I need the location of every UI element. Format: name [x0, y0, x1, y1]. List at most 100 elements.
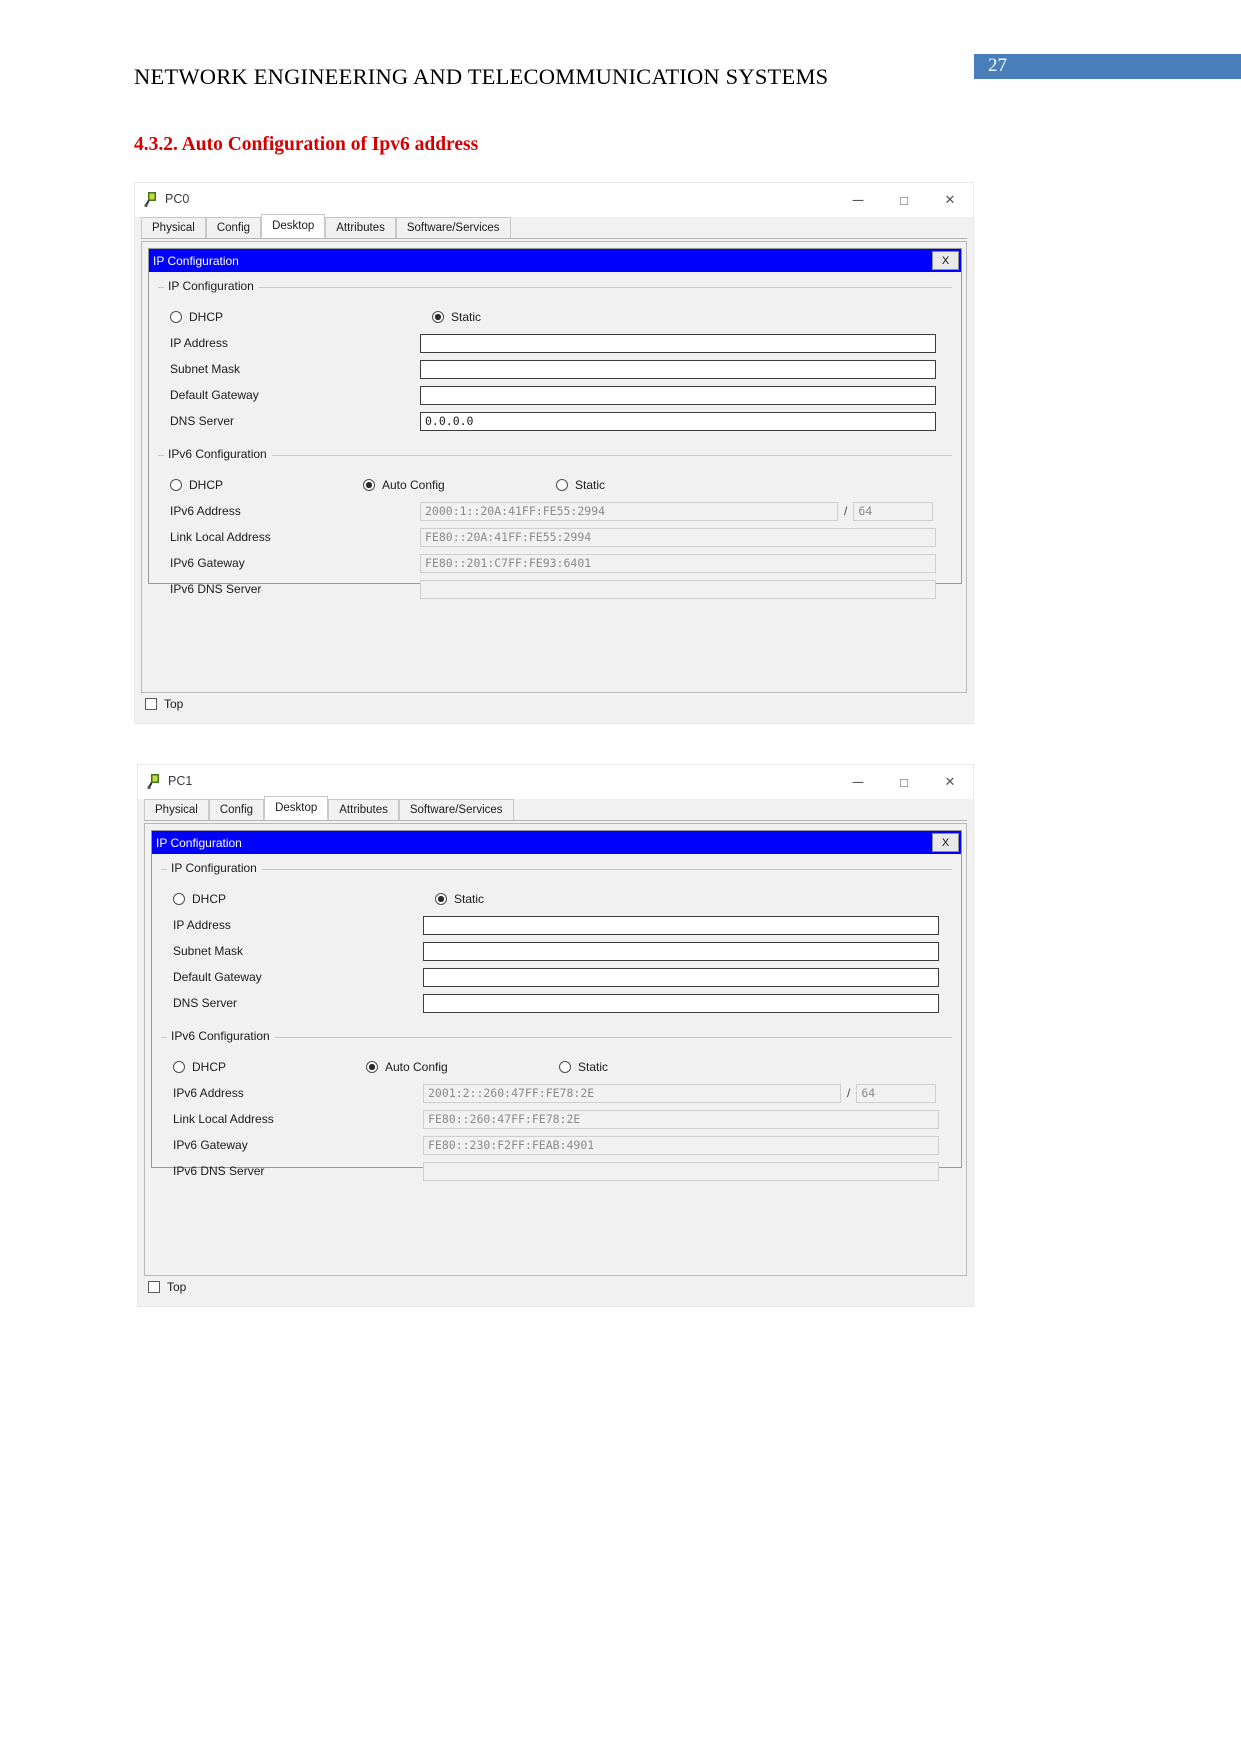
pc0-ipv6-gateway-label: IPv6 Gateway	[170, 556, 245, 570]
pc1-dialog-title: IP Configuration	[156, 835, 242, 850]
pc0-titlebar: PC0 ─ □ ✕	[135, 183, 973, 217]
pc0-default-gateway-label: Default Gateway	[170, 388, 259, 402]
pc0-ipv6-prefix-input[interactable]: 64	[853, 501, 934, 521]
pc1-ipv6-prefix-input[interactable]: 64	[856, 1083, 937, 1103]
minimize-button[interactable]: ─	[835, 765, 881, 799]
pc0-ip-configuration-dialog: IP Configuration X IP Configuration DHCP…	[148, 248, 962, 599]
pc1-ipv6-mode-row: DHCP Auto Config Static	[161, 1054, 952, 1080]
pc1-ipv4-dhcp-radio[interactable]: DHCP	[173, 892, 435, 906]
pc1-window-title: PC1	[168, 774, 193, 788]
pc0-dns-server-row: DNS Server 0.0.0.0	[158, 408, 952, 434]
pc1-titlebar: PC1 ─ □ ✕	[138, 765, 973, 799]
pc0-dns-server-input[interactable]: 0.0.0.0	[420, 411, 936, 431]
pc0-ipv6-gateway-input[interactable]: FE80::201:C7FF:FE93:6401	[420, 553, 936, 573]
pc0-ipv6-dns-input[interactable]	[420, 579, 936, 599]
radio-icon	[559, 1061, 571, 1073]
pc0-ipv4-dhcp-radio[interactable]: DHCP	[170, 310, 432, 324]
radio-icon	[435, 893, 447, 905]
pc1-top-checkbox[interactable]: Top	[148, 1280, 186, 1294]
pc1-window-controls: ─ □ ✕	[835, 765, 973, 799]
pc0-ipv6-address-label: IPv6 Address	[170, 504, 241, 518]
pc1-ipv6-dhcp-label: DHCP	[192, 1060, 227, 1074]
pc0-ipv6-gateway-row: IPv6 Gateway FE80::201:C7FF:FE93:6401	[158, 550, 952, 576]
page-number: 27	[988, 55, 1007, 76]
pc1-window: PC1 ─ □ ✕ Physical Config Desktop Attrib…	[137, 764, 974, 1307]
pc0-ip-address-label: IP Address	[170, 336, 228, 350]
pc0-default-gateway-input[interactable]	[420, 385, 936, 405]
tab-config[interactable]: Config	[208, 799, 265, 820]
pc0-link-local-label: Link Local Address	[170, 530, 271, 544]
tab-config[interactable]: Config	[205, 217, 262, 238]
pc0-ipv6-dhcp-radio[interactable]: DHCP	[170, 478, 363, 492]
pc0-top-checkbox[interactable]: Top	[145, 697, 183, 711]
maximize-button[interactable]: □	[881, 183, 927, 217]
dialog-close-button[interactable]: X	[932, 833, 959, 852]
pc1-ipv6-dns-input[interactable]	[423, 1161, 939, 1181]
pc1-link-local-label: Link Local Address	[173, 1112, 274, 1126]
pc1-ipv6-gateway-input[interactable]: FE80::230:F2FF:FEAB:4901	[423, 1135, 939, 1155]
tab-desktop[interactable]: Desktop	[264, 796, 329, 820]
minimize-button[interactable]: ─	[835, 183, 881, 217]
tab-attributes[interactable]: Attributes	[325, 217, 396, 238]
tab-attributes[interactable]: Attributes	[328, 799, 399, 820]
pc0-ipv6-group-legend: IPv6 Configuration	[164, 447, 272, 461]
pc0-ipv6-dns-label: IPv6 DNS Server	[170, 582, 262, 596]
maximize-button[interactable]: □	[881, 765, 927, 799]
tab-physical[interactable]: Physical	[141, 217, 206, 238]
pc1-ipv6-gateway-label: IPv6 Gateway	[173, 1138, 248, 1152]
pc1-ipv6-dns-row: IPv6 DNS Server	[161, 1158, 952, 1184]
pc1-dns-server-row: DNS Server	[161, 990, 952, 1016]
pc1-ipv6-autoconfig-label: Auto Config	[385, 1060, 448, 1074]
pc0-link-local-input[interactable]: FE80::20A:41FF:FE55:2994	[420, 527, 936, 547]
pc1-ipv6-dhcp-radio[interactable]: DHCP	[173, 1060, 366, 1074]
pc1-ipv6-static-radio[interactable]: Static	[559, 1060, 608, 1074]
pc1-default-gateway-input[interactable]	[423, 967, 939, 987]
radio-icon	[170, 479, 182, 491]
tab-software-services[interactable]: Software/Services	[395, 217, 511, 238]
pc1-ipv6-static-label: Static	[578, 1060, 609, 1074]
pc0-ipv4-static-radio[interactable]: Static	[432, 310, 481, 324]
tab-physical[interactable]: Physical	[144, 799, 209, 820]
pc0-dialog-titlebar: IP Configuration X	[149, 249, 961, 272]
pc0-ipv6-static-radio[interactable]: Static	[556, 478, 605, 492]
pc1-dns-server-input[interactable]	[423, 993, 939, 1013]
section-heading: 4.3.2. Auto Configuration of Ipv6 addres…	[134, 134, 479, 155]
close-button[interactable]: ✕	[927, 765, 973, 799]
pc1-ipv4-group: IP Configuration DHCP Static IP Address …	[161, 861, 952, 1023]
pc0-ipv4-dhcp-label: DHCP	[189, 310, 224, 324]
pc0-ipv4-static-label: Static	[451, 310, 482, 324]
pc1-ip-address-input[interactable]	[423, 915, 939, 935]
pc1-ipv4-static-label: Static	[454, 892, 485, 906]
tab-desktop[interactable]: Desktop	[261, 214, 326, 238]
packet-tracer-device-icon	[146, 773, 163, 790]
dialog-close-button[interactable]: X	[932, 251, 959, 270]
pc0-ipv6-address-row: IPv6 Address 2000:1::20A:41FF:FE55:2994 …	[158, 498, 952, 524]
pc0-dialog-title: IP Configuration	[153, 253, 239, 268]
pc1-ip-address-label: IP Address	[173, 918, 231, 932]
pc0-subnet-mask-input[interactable]	[420, 359, 936, 379]
pc1-ipv6-address-input[interactable]: 2001:2::260:47FF:FE78:2E	[423, 1083, 841, 1103]
pc0-subnet-mask-label: Subnet Mask	[170, 362, 241, 376]
pc1-ipv4-mode-row: DHCP Static	[161, 886, 952, 912]
pc1-ip-configuration-dialog: IP Configuration X IP Configuration DHCP…	[151, 830, 962, 1181]
close-button[interactable]: ✕	[927, 183, 973, 217]
pc1-ipv4-static-radio[interactable]: Static	[435, 892, 484, 906]
radio-icon	[173, 893, 185, 905]
pc1-ipv6-group: IPv6 Configuration DHCP Auto Config Stat…	[161, 1029, 952, 1191]
pc1-default-gateway-row: Default Gateway	[161, 964, 952, 990]
pc1-link-local-input[interactable]: FE80::260:47FF:FE78:2E	[423, 1109, 939, 1129]
pc1-ipv6-autoconfig-radio[interactable]: Auto Config	[366, 1060, 559, 1074]
radio-icon	[363, 479, 375, 491]
pc1-dialog-titlebar: IP Configuration X	[152, 831, 961, 854]
pc1-subnet-mask-input[interactable]	[423, 941, 939, 961]
pc1-top-label: Top	[167, 1280, 187, 1294]
pc0-window-controls: ─ □ ✕	[835, 183, 973, 217]
pc0-ipv6-address-input[interactable]: 2000:1::20A:41FF:FE55:2994	[420, 501, 838, 521]
pc0-ip-address-input[interactable]	[420, 333, 936, 353]
pc1-tabstrip: Physical Config Desktop Attributes Softw…	[144, 796, 967, 821]
tab-software-services[interactable]: Software/Services	[398, 799, 514, 820]
pc0-ipv6-autoconfig-radio[interactable]: Auto Config	[363, 478, 556, 492]
pc1-dns-server-label: DNS Server	[173, 996, 238, 1010]
pc0-ipv6-group: IPv6 Configuration DHCP Auto Config Stat…	[158, 447, 952, 609]
pc0-ipv6-dhcp-label: DHCP	[189, 478, 224, 492]
